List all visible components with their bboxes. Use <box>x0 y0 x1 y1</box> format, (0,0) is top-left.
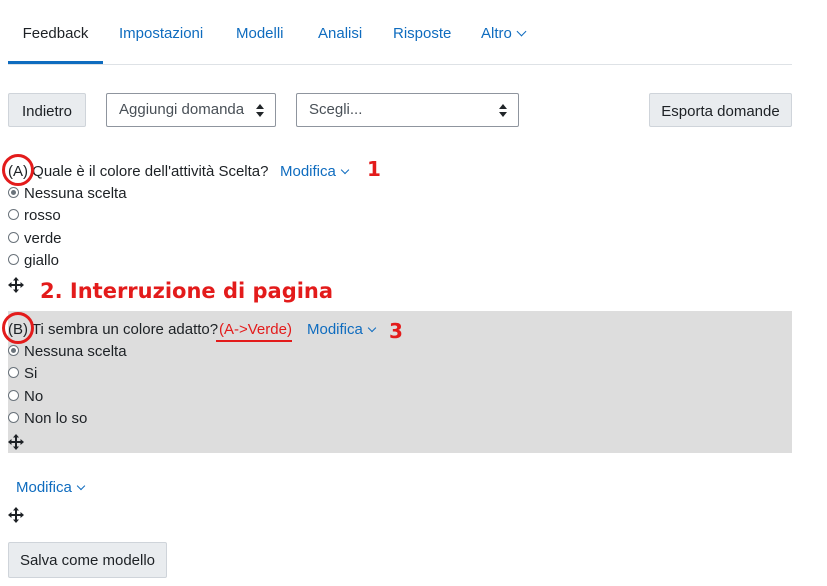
question-b-text: Ti sembra un colore adatto? <box>31 321 219 338</box>
question-a-edit-label: Modifica <box>280 163 336 180</box>
question-b: (B) Ti sembra un colore adatto? <box>8 321 218 338</box>
annotation-number-1: 1 <box>367 157 381 181</box>
question-b-option[interactable]: No <box>8 388 43 408</box>
option-label: Si <box>24 365 38 382</box>
question-b-dependency: (A->Verde) <box>219 321 292 338</box>
option-label: Nessuna scelta <box>24 185 127 202</box>
question-b-option[interactable]: Si <box>8 365 37 385</box>
chevron-down-icon <box>516 26 527 37</box>
chevron-down-icon <box>367 323 377 333</box>
question-a-option[interactable]: Nessuna scelta <box>8 185 127 205</box>
chevron-down-icon <box>76 481 86 491</box>
option-label: No <box>24 388 44 405</box>
question-a-option[interactable]: verde <box>8 230 62 250</box>
back-button[interactable]: Indietro <box>8 93 86 127</box>
chevron-down-icon <box>340 165 350 175</box>
select-arrows-icon <box>256 104 264 118</box>
question-b-option[interactable]: Non lo so <box>8 410 87 430</box>
annotation-circle-a <box>2 154 34 186</box>
question-a-option[interactable]: rosso <box>8 207 61 227</box>
export-questions-button[interactable]: Esporta domande <box>649 93 792 127</box>
radio-icon <box>8 253 19 265</box>
move-icon[interactable] <box>8 277 24 293</box>
question-a: (A) Quale è il colore dell'attività Scel… <box>8 163 269 180</box>
tab-impostazioni[interactable]: Impostazioni <box>119 6 203 64</box>
annotation-page-break: 2. Interruzione di pagina <box>40 279 334 303</box>
move-icon[interactable] <box>8 434 24 450</box>
option-label: Non lo so <box>24 410 88 427</box>
add-question-select-value: Aggiungi domanda <box>119 101 245 118</box>
radio-checked-icon <box>8 344 19 356</box>
page-break-edit-menu[interactable]: Modifica <box>16 479 86 496</box>
save-as-template-button[interactable]: Salva come modello <box>8 542 167 578</box>
tab-analisi[interactable]: Analisi <box>318 6 362 64</box>
question-a-option[interactable]: giallo <box>8 252 59 272</box>
tab-risposte[interactable]: Risposte <box>393 6 451 64</box>
add-question-select[interactable]: Aggiungi domanda <box>106 93 276 127</box>
choose-select[interactable]: Scegli... <box>296 93 519 127</box>
question-a-edit-menu[interactable]: Modifica <box>280 163 350 180</box>
annotation-circle-b <box>2 312 34 344</box>
tab-altro-label: Altro <box>481 25 512 42</box>
option-label: rosso <box>24 207 61 224</box>
option-label: Nessuna scelta <box>24 343 127 360</box>
question-a-text: Quale è il colore dell'attività Scelta? <box>32 163 269 180</box>
option-label: verde <box>24 230 62 247</box>
question-b-edit-label: Modifica <box>307 321 363 338</box>
question-b-option[interactable]: Nessuna scelta <box>8 343 127 363</box>
question-b-edit-menu[interactable]: Modifica <box>307 321 377 338</box>
annotation-number-3: 3 <box>389 319 403 343</box>
radio-icon <box>8 411 19 423</box>
option-label: giallo <box>24 252 60 269</box>
tab-bar: Feedback Impostazioni Modelli Analisi Ri… <box>8 6 792 65</box>
annotation-underline <box>216 340 292 342</box>
radio-icon <box>8 366 19 378</box>
radio-icon <box>8 231 19 243</box>
radio-icon <box>8 389 19 401</box>
radio-icon <box>8 208 19 220</box>
page-break-edit-label: Modifica <box>16 479 72 496</box>
tab-feedback[interactable]: Feedback <box>8 6 103 64</box>
tab-modelli[interactable]: Modelli <box>236 6 284 64</box>
radio-checked-icon <box>8 186 19 198</box>
select-arrows-icon <box>499 104 507 118</box>
choose-select-value: Scegli... <box>309 101 363 118</box>
tab-altro[interactable]: Altro <box>481 6 527 64</box>
move-icon[interactable] <box>8 507 24 523</box>
